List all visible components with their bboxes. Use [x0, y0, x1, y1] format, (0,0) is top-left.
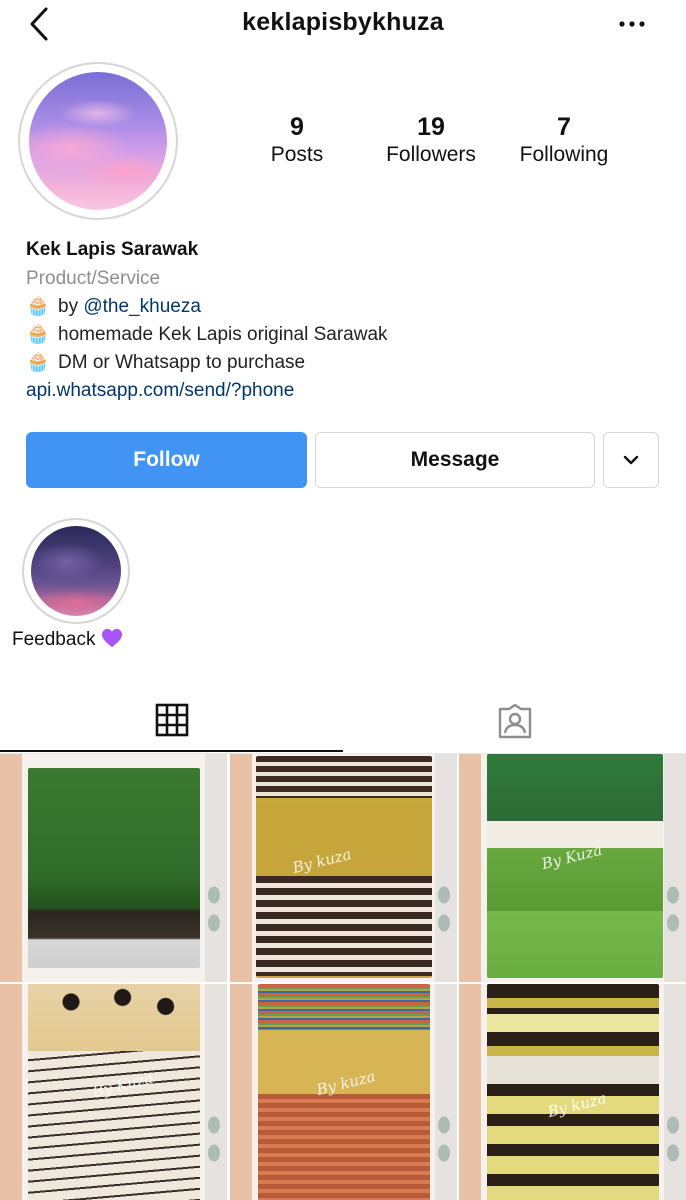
bio-mention-link[interactable]: @the_khueza [83, 296, 201, 317]
post-tile[interactable]: By kuza [230, 984, 457, 1200]
leaf-decoration [662, 1104, 684, 1174]
chevron-down-icon [623, 455, 639, 465]
stat-followers[interactable]: 19 Followers [366, 112, 496, 168]
post-tile[interactable]: By kuza [459, 984, 686, 1200]
posts-grid: By kuza By Kuza By Kuza By kuza By kuza [0, 754, 686, 1200]
suggested-accounts-button[interactable] [603, 432, 659, 488]
leaf-decoration [662, 874, 684, 944]
profile-tabs [0, 690, 686, 754]
profile-username: keklapisbykhuza [242, 8, 444, 36]
tagged-icon [498, 703, 531, 739]
post-photo [28, 768, 200, 968]
stat-following-label: Following [519, 143, 609, 166]
bio-line-2-text: homemade Kek Lapis original Sarawak [58, 324, 388, 345]
post-photo [256, 756, 432, 978]
bio-line-3-text: DM or Whatsapp to purchase [58, 352, 306, 373]
bio-line-3: 🧁 DM or Whatsapp to purchase [26, 349, 666, 377]
profile-bio: Kek Lapis Sarawak Product/Service 🧁 by @t… [26, 236, 666, 405]
bio-line-1: 🧁 by @the_khueza [26, 293, 666, 321]
stat-posts[interactable]: 9 Posts [232, 112, 362, 168]
profile-avatar-ring[interactable] [18, 62, 178, 220]
bio-line-1-text: by [58, 296, 84, 317]
message-button[interactable]: Message [315, 432, 595, 488]
highlight-cover [31, 526, 121, 616]
post-photo [487, 754, 663, 978]
bio-line-2: 🧁 homemade Kek Lapis original Sarawak [26, 321, 666, 349]
more-options-button[interactable] [618, 14, 648, 34]
highlight-label-text: Feedback [12, 629, 96, 650]
grid-icon [155, 703, 188, 737]
highlight-feedback[interactable] [22, 518, 130, 624]
highlight-label: Feedback [12, 628, 123, 651]
leaf-decoration [433, 1104, 455, 1174]
stat-posts-label: Posts [270, 143, 324, 166]
post-tile[interactable]: By Kuza [459, 754, 686, 982]
post-tile[interactable]: By Kuza [0, 984, 227, 1200]
stat-following[interactable]: 7 Following [499, 112, 629, 168]
top-bar: keklapisbykhuza [0, 0, 686, 52]
leaf-decoration [433, 874, 455, 944]
stat-posts-count: 9 [290, 113, 304, 141]
profile-avatar [29, 72, 167, 210]
post-tile[interactable] [0, 754, 227, 982]
profile-category: Product/Service [26, 268, 161, 289]
tab-tagged[interactable] [343, 690, 686, 752]
cupcake-icon: 🧁 [26, 324, 50, 345]
profile-stats: 9 Posts 19 Followers 7 Following [232, 112, 652, 172]
follow-button[interactable]: Follow [26, 432, 307, 488]
more-horizontal-icon [619, 21, 645, 27]
stat-following-count: 7 [557, 113, 571, 141]
stat-followers-count: 19 [417, 113, 445, 141]
post-photo [487, 984, 659, 1200]
leaf-decoration [203, 1104, 225, 1174]
profile-display-name: Kek Lapis Sarawak [26, 239, 199, 260]
purple-heart-icon [102, 628, 123, 648]
stat-followers-label: Followers [386, 143, 476, 166]
cupcake-icon: 🧁 [26, 296, 50, 317]
post-tile[interactable]: By kuza [230, 754, 457, 982]
leaf-decoration [203, 874, 225, 944]
profile-website-link[interactable]: api.whatsapp.com/send/?phone [26, 377, 666, 405]
tab-posts-grid[interactable] [0, 690, 343, 752]
cupcake-icon: 🧁 [26, 352, 50, 373]
